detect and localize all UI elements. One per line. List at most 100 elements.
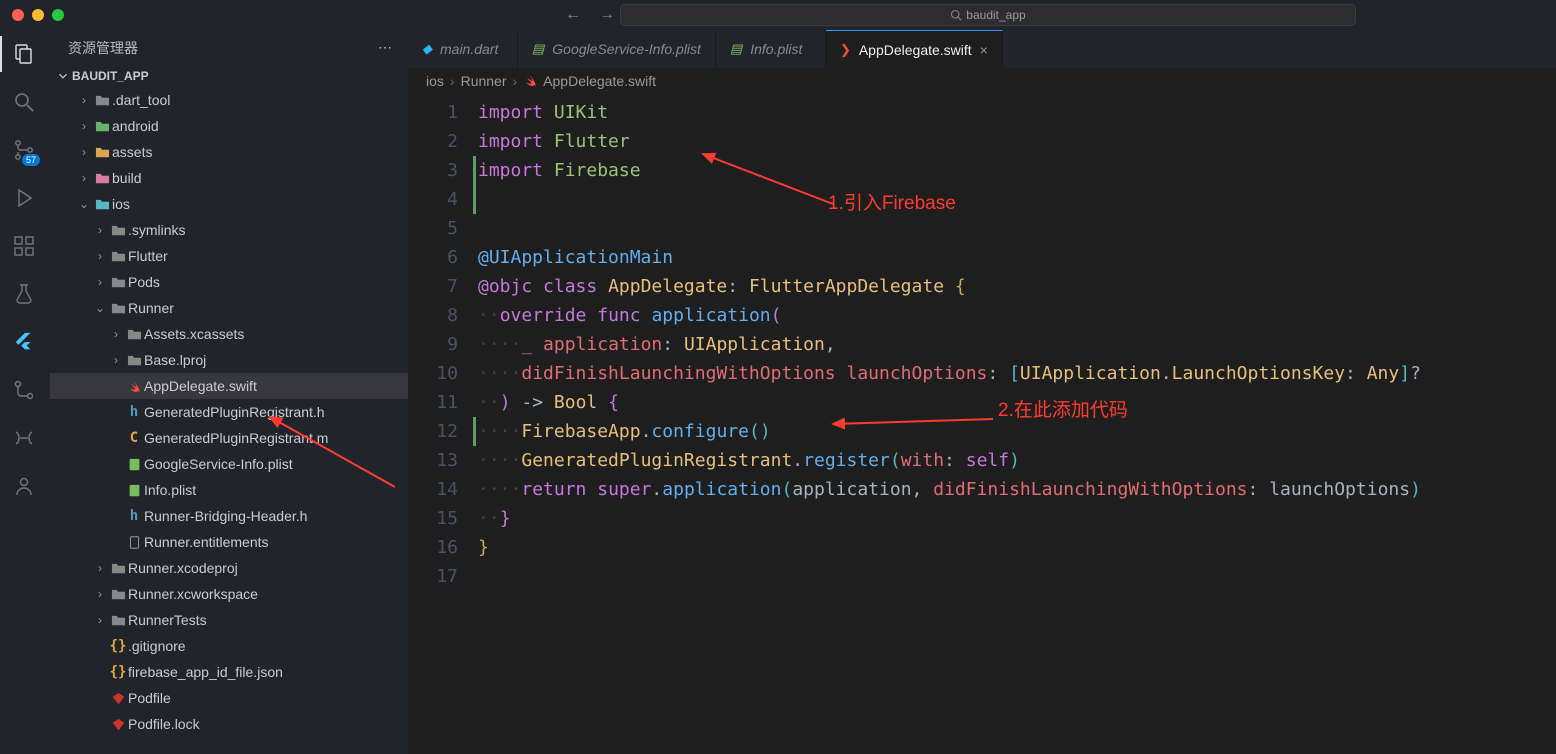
tree-folder[interactable]: ›Assets.xcassets (50, 321, 408, 347)
line-content: @UIApplicationMain (478, 243, 1556, 272)
line-content: } (478, 533, 1556, 562)
tree-file[interactable]: Runner.entitlements (50, 529, 408, 555)
editor-tab[interactable]: ▤GoogleService-Info.plist (518, 30, 716, 68)
chevron-right-icon: › (450, 73, 455, 89)
tree-file[interactable]: {}firebase_app_id_file.json (50, 659, 408, 685)
code-line[interactable]: 8··override func application( (408, 301, 1556, 330)
line-number: 14 (408, 475, 478, 504)
chevron-icon: › (92, 561, 108, 575)
tree-item-label: Base.lproj (144, 352, 206, 368)
tree-file[interactable]: CGeneratedPluginRegistrant.m (50, 425, 408, 451)
tree-file[interactable]: GoogleService-Info.plist (50, 451, 408, 477)
maximize-window-icon[interactable] (52, 9, 64, 21)
tree-folder[interactable]: ›Pods (50, 269, 408, 295)
folder-icon (108, 561, 128, 576)
flutter-icon[interactable] (10, 328, 38, 356)
code-line[interactable]: 7@objc class AppDelegate: FlutterAppDele… (408, 272, 1556, 301)
sidebar: 资源管理器 ⋯ BAUDIT_APP ›.dart_tool›android›a… (48, 30, 408, 754)
editor-tab[interactable]: ❯AppDelegate.swift× (826, 30, 1003, 68)
tree-file[interactable]: Podfile.lock (50, 711, 408, 737)
breadcrumb-segment[interactable]: ios (426, 73, 444, 89)
code-line[interactable]: 6@UIApplicationMain (408, 243, 1556, 272)
nav-forward-icon[interactable]: → (599, 6, 615, 24)
close-window-icon[interactable] (12, 9, 24, 21)
editor-tab[interactable]: ◆main.dart (408, 30, 518, 68)
testing-icon[interactable] (10, 280, 38, 308)
nav-back-icon[interactable]: ← (565, 6, 581, 24)
extensions-icon[interactable] (10, 232, 38, 260)
breadcrumb-segment[interactable]: AppDelegate.swift (543, 73, 656, 89)
tree-file[interactable]: hGeneratedPluginRegistrant.h (50, 399, 408, 425)
code-line[interactable]: 17 (408, 562, 1556, 591)
code-line[interactable]: 14····return super.application(applicati… (408, 475, 1556, 504)
tree-folder[interactable]: ›assets (50, 139, 408, 165)
tree-item-label: .symlinks (128, 222, 186, 238)
code-line[interactable]: 16} (408, 533, 1556, 562)
tree-file[interactable]: hRunner-Bridging-Header.h (50, 503, 408, 529)
account-icon[interactable] (10, 472, 38, 500)
code-editor[interactable]: 1.引入Firebase 2.在此添加代码 1import UIKit2impo… (408, 94, 1556, 754)
line-number: 12 (408, 417, 478, 446)
file-tree: ›.dart_tool›android›assets›build⌄ios › .sy… (48, 87, 408, 754)
tree-folder[interactable]: ⌄Runner (50, 295, 408, 321)
breadcrumb[interactable]: ios › Runner › AppDelegate.swift (408, 68, 1556, 94)
h-icon: h (124, 508, 144, 524)
console-icon[interactable] (10, 424, 38, 452)
code-line[interactable]: 15··} (408, 504, 1556, 533)
tree-item-label: Runner (128, 300, 174, 316)
git-graph-icon[interactable] (10, 376, 38, 404)
code-line[interactable]: 2import Flutter (408, 127, 1556, 156)
activity-bar: 57 (0, 30, 48, 754)
breadcrumb-segment[interactable]: Runner (461, 73, 507, 89)
tab-label: main.dart (440, 41, 498, 57)
tree-folder[interactable]: ⌄ios (50, 191, 408, 217)
more-icon[interactable]: ⋯ (378, 39, 392, 56)
code-line[interactable]: 10····didFinishLaunchingWithOptions laun… (408, 359, 1556, 388)
window-controls (0, 9, 64, 21)
chevron-icon: › (92, 587, 108, 601)
close-tab-icon[interactable]: × (980, 42, 988, 58)
tree-file[interactable]: Info.plist (50, 477, 408, 503)
editor-area: ◆main.dart▤GoogleService-Info.plist▤Info… (408, 30, 1556, 754)
code-line[interactable]: 9····_ application: UIApplication, (408, 330, 1556, 359)
tree-folder[interactable]: ›Base.lproj (50, 347, 408, 373)
code-line[interactable]: 12····FirebaseApp.configure() (408, 417, 1556, 446)
run-debug-icon[interactable] (10, 184, 38, 212)
project-name: BAUDIT_APP (72, 69, 149, 83)
tree-file[interactable]: AppDelegate.swift (50, 373, 408, 399)
code-line[interactable]: 5 (408, 214, 1556, 243)
tree-folder[interactable]: ›.dart_tool (50, 87, 408, 113)
tree-folder[interactable]: ›RunnerTests (50, 607, 408, 633)
source-control-icon[interactable]: 57 (10, 136, 38, 164)
code-line[interactable]: 11··) -> Bool { (408, 388, 1556, 417)
search-panel-icon[interactable] (10, 88, 38, 116)
code-line[interactable]: 1import UIKit (408, 98, 1556, 127)
tree-folder[interactable]: ›build (50, 165, 408, 191)
code-line[interactable]: 4 (408, 185, 1556, 214)
tree-folder[interactable]: ›Runner.xcodeproj (50, 555, 408, 581)
explorer-icon[interactable] (10, 40, 38, 68)
editor-tab[interactable]: ▤Info.plist (716, 30, 826, 68)
minimize-window-icon[interactable] (32, 9, 44, 21)
chevron-right-icon: › (513, 73, 518, 89)
tree-file[interactable]: {}.gitignore (50, 633, 408, 659)
project-header[interactable]: BAUDIT_APP (48, 65, 408, 87)
line-content: ····FirebaseApp.configure() (478, 417, 1556, 446)
line-content (478, 562, 1556, 591)
sidebar-title: 资源管理器 (68, 38, 138, 58)
ruby-icon (108, 718, 128, 731)
line-number: 13 (408, 446, 478, 475)
tree-file[interactable]: Podfile (50, 685, 408, 711)
tree-folder[interactable]: › .symlinks (50, 217, 408, 243)
tree-folder[interactable]: ›Flutter (50, 243, 408, 269)
tree-folder[interactable]: ›Runner.xcworkspace (50, 581, 408, 607)
code-line[interactable]: 13····GeneratedPluginRegistrant.register… (408, 446, 1556, 475)
line-number: 11 (408, 388, 478, 417)
tree-folder[interactable]: ›android (50, 113, 408, 139)
chevron-icon: › (92, 613, 108, 627)
chevron-icon: › (92, 223, 108, 237)
code-line[interactable]: 3import Firebase (408, 156, 1556, 185)
line-content: ····_ application: UIApplication, (478, 330, 1556, 359)
search-icon (950, 9, 962, 21)
command-center[interactable]: baudit_app (620, 4, 1356, 26)
